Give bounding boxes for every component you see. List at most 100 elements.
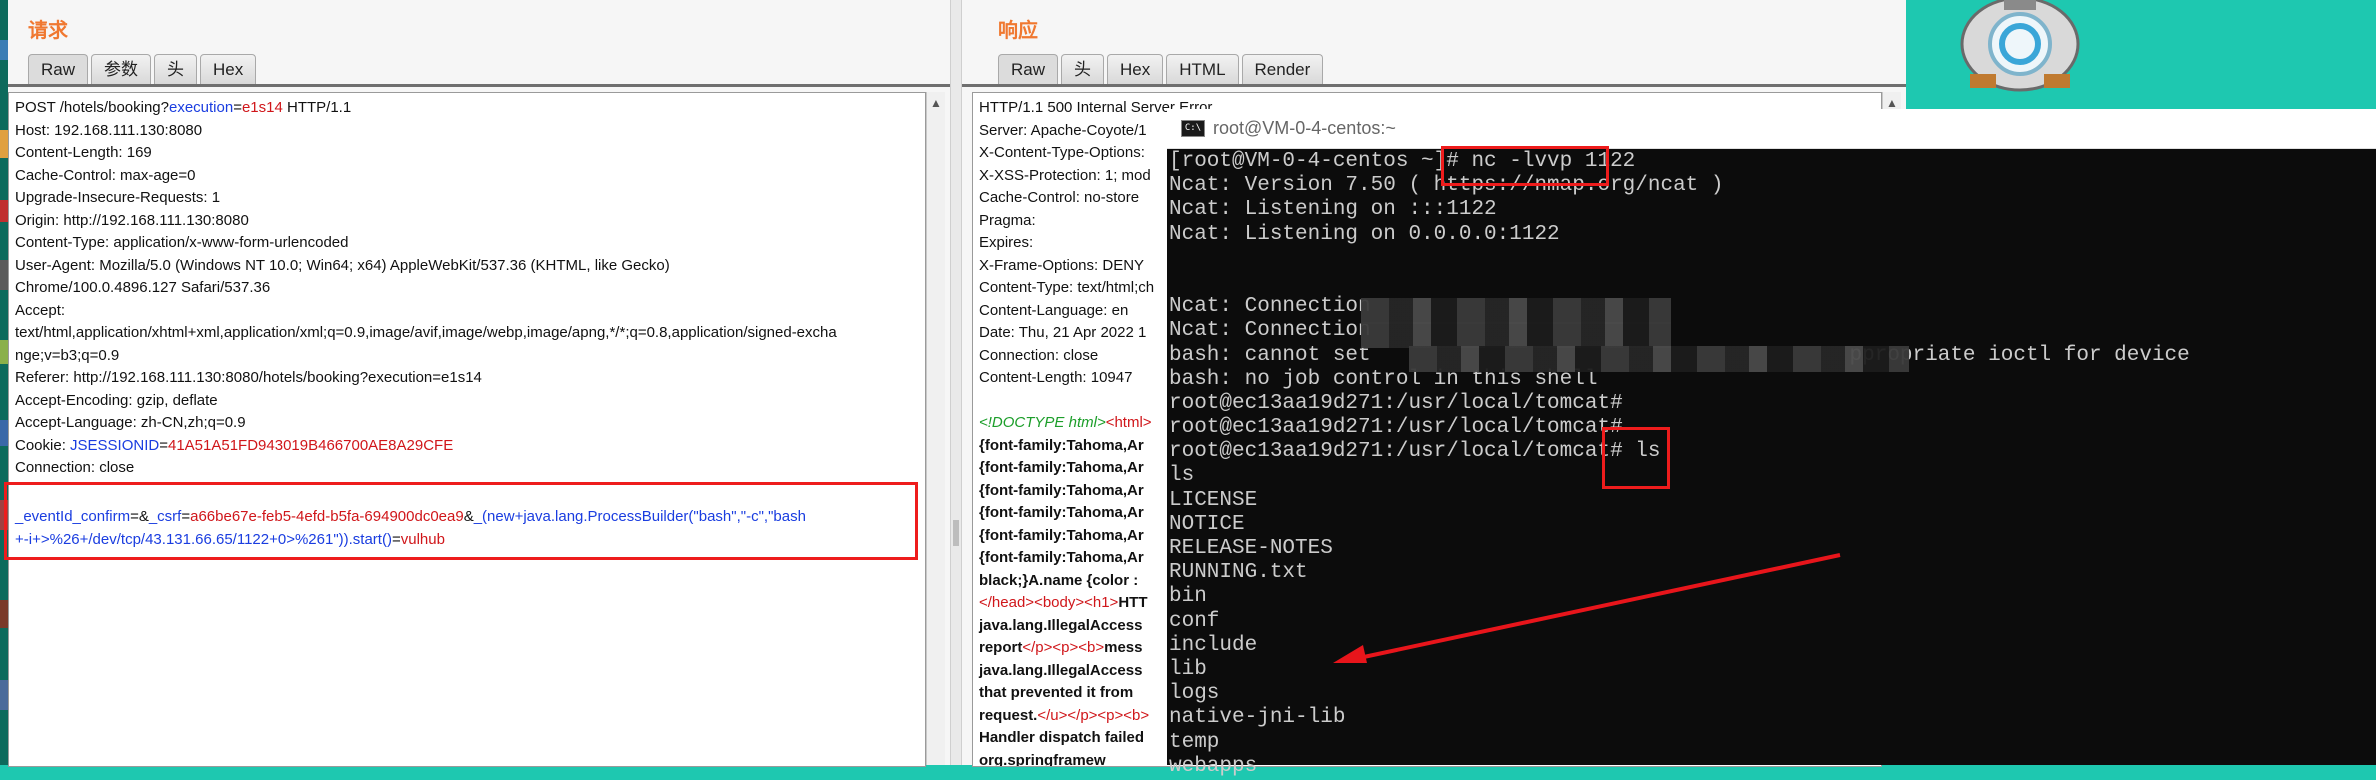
splitter-grip[interactable] — [953, 520, 959, 546]
request-title: 请求 — [28, 20, 68, 42]
code-token: Accept-Language: zh-CN,zh;q=0.9 — [15, 414, 246, 431]
code-token: X-Frame-Options: DENY — [979, 256, 1145, 274]
code-token: Origin: http://192.168.111.130:8080 — [15, 211, 249, 229]
code-line: Chrome/100.0.4896.127 Safari/537.36 — [15, 277, 919, 300]
code-line: Content-Length: 169 — [15, 142, 919, 165]
request-editor[interactable]: POST /hotels/booking?execution=e1s14 HTT… — [8, 92, 926, 767]
code-line: Origin: http://192.168.111.130:8080 — [15, 210, 919, 233]
redaction-block — [1361, 322, 1671, 348]
request-scrollbar[interactable]: ▲ — [926, 92, 945, 765]
code-token: Handler dispatch failed — [979, 729, 1145, 746]
code-token: Cache-Control: no-store — [979, 189, 1140, 206]
code-token: Expires: — [979, 234, 1034, 251]
terminal-line: ls — [1169, 464, 1195, 488]
code-line: Accept-Encoding: gzip, deflate — [15, 390, 919, 413]
code-token: e1s14 — [241, 99, 283, 116]
code-token: </p> — [1022, 639, 1053, 656]
response-tab[interactable]: 头 — [1061, 54, 1105, 85]
code-token: {font-family:Tahoma,Ar — [979, 459, 1144, 476]
terminal-title: root@VM-0-4-centos:~ — [1213, 118, 1396, 138]
code-token: report — [979, 639, 1023, 656]
code-token: POST /hotels/booking? — [15, 99, 169, 116]
code-token: text/html,application/xhtml+xml,applicat… — [15, 324, 837, 341]
code-line: Upgrade-Insecure-Requests: 1 — [15, 187, 919, 210]
terminal-line: root@ec13aa19d271:/usr/local/tomcat# ls — [1169, 440, 1661, 464]
request-code[interactable]: POST /hotels/booking?execution=e1s14 HTT… — [9, 93, 925, 506]
code-token: {font-family:Tahoma,Ar — [979, 526, 1144, 544]
code-token: Server: Apache-Coyote/1 — [979, 121, 1147, 139]
terminal-line: root@ec13aa19d271:/usr/local/tomcat# — [1169, 391, 1623, 415]
code-token: Pragma: — [979, 211, 1036, 229]
terminal-icon: C:\ — [1181, 120, 1205, 137]
request-tab[interactable]: 参数 — [91, 54, 152, 85]
code-token: <h1> — [1084, 594, 1119, 611]
code-token: <b> — [1123, 706, 1150, 724]
scroll-up-icon[interactable]: ▲ — [930, 96, 942, 110]
panel-splitter[interactable] — [950, 0, 962, 765]
terminal-line: NOTICE — [1169, 512, 1245, 536]
code-token: HTTP/1.1 — [282, 99, 352, 116]
request-tabs: Raw 参数头 Hex — [28, 54, 257, 85]
code-token: execution — [168, 99, 234, 116]
redaction-block — [1361, 298, 1671, 324]
code-token: <p> — [1052, 639, 1079, 656]
ls-command-highlight-box — [1602, 427, 1670, 489]
code-line: User-Agent: Mozilla/5.0 (Windows NT 10.0… — [15, 255, 919, 278]
response-tab[interactable]: Hex — [1107, 54, 1164, 85]
request-tab[interactable]: 头 — [154, 54, 198, 85]
request-tab[interactable]: Hex — [200, 54, 257, 85]
code-token: black;}A.name {color : — [979, 571, 1139, 589]
code-token: X-Content-Type-Options: — [979, 144, 1145, 161]
terminal-line: Ncat: Version 7.50 ( https://nmap.org/nc… — [1169, 174, 1724, 198]
code-token: {font-family:Tahoma,Ar — [979, 549, 1144, 566]
terminal-line: Ncat: Connection — [1169, 295, 1371, 319]
code-line: POST /hotels/booking?execution=e1s14 HTT… — [15, 97, 919, 120]
code-token: Referer: http://192.168.111.130:8080/hot… — [15, 369, 482, 386]
code-token: Connection: close — [979, 346, 1099, 364]
code-token: Host: 192.168.111.130:8080 — [15, 121, 203, 139]
terminal-line: native-jni-lib — [1169, 706, 1346, 730]
terminal-window[interactable]: C:\ root@VM-0-4-centos:~ [root@VM-0-4-ce… — [1167, 109, 2376, 778]
request-tab[interactable]: Raw — [28, 54, 89, 85]
code-token: <b> — [1078, 639, 1105, 656]
code-line: text/html,application/xhtml+xml,applicat… — [15, 322, 919, 345]
code-token: Date: Thu, 21 Apr 2022 1 — [979, 324, 1147, 341]
code-token: that prevented it from — [979, 684, 1134, 701]
terminal-line: Ncat: Connection — [1169, 319, 1371, 343]
code-line: Content-Type: application/x-www-form-url… — [15, 232, 919, 255]
response-tabs: Raw 头 Hex HTML Render — [998, 54, 1324, 85]
terminal-titlebar[interactable]: C:\ root@VM-0-4-centos:~ — [1167, 109, 2376, 149]
terminal-line: logs — [1169, 682, 1220, 706]
scroll-up-icon[interactable]: ▲ — [1886, 96, 1898, 110]
terminal-line: LICENSE — [1169, 488, 1258, 512]
response-tab[interactable]: Render — [1241, 54, 1324, 85]
code-token: Chrome/100.0.4896.127 Safari/537.36 — [15, 279, 271, 296]
code-token: = — [233, 99, 242, 116]
code-token: mess — [1104, 639, 1143, 656]
request-panel: 请求 Raw 参数头 Hex POST /hotels/booking?execut… — [4, 0, 950, 767]
terminal-line: root@ec13aa19d271:/usr/local/tomcat# — [1169, 416, 1623, 440]
code-line: Cookie: JSESSIONID=41A51A51FD943019B4667… — [15, 435, 919, 458]
code-token: JSESSIONID — [70, 436, 160, 454]
code-token: <p> — [1097, 706, 1124, 724]
terminal-line: temp — [1169, 730, 1220, 754]
code-token: Upgrade-Insecure-Requests: 1 — [15, 189, 221, 206]
red-arrow-icon — [1333, 553, 1841, 663]
code-token: User-Agent: Mozilla/5.0 (Windows NT 10.0… — [15, 256, 670, 274]
response-tab[interactable]: HTML — [1166, 54, 1239, 85]
response-tab[interactable]: Raw — [998, 54, 1059, 85]
code-token: {font-family:Tahoma,Ar — [979, 436, 1144, 454]
response-title: 响应 — [998, 20, 1038, 42]
terminal-output[interactable]: [root@VM-0-4-centos ~]# nc -lvvp 1122 Nca… — [1167, 149, 2376, 780]
code-line: Cache-Control: max-age=0 — [15, 165, 919, 188]
code-token: Content-Language: en — [979, 301, 1129, 319]
code-token: {font-family:Tahoma,Ar — [979, 504, 1144, 521]
code-token: Content-Length: 10947 — [979, 369, 1133, 386]
code-line: Host: 192.168.111.130:8080 — [15, 120, 919, 143]
code-token: Content-Length: 169 — [15, 144, 152, 161]
code-token: <html> — [1105, 414, 1152, 431]
code-token: {font-family:Tahoma,Ar — [979, 481, 1144, 499]
code-token: <!DOCTYPE html> — [979, 414, 1106, 431]
code-token: Accept-Encoding: gzip, deflate — [15, 391, 218, 409]
